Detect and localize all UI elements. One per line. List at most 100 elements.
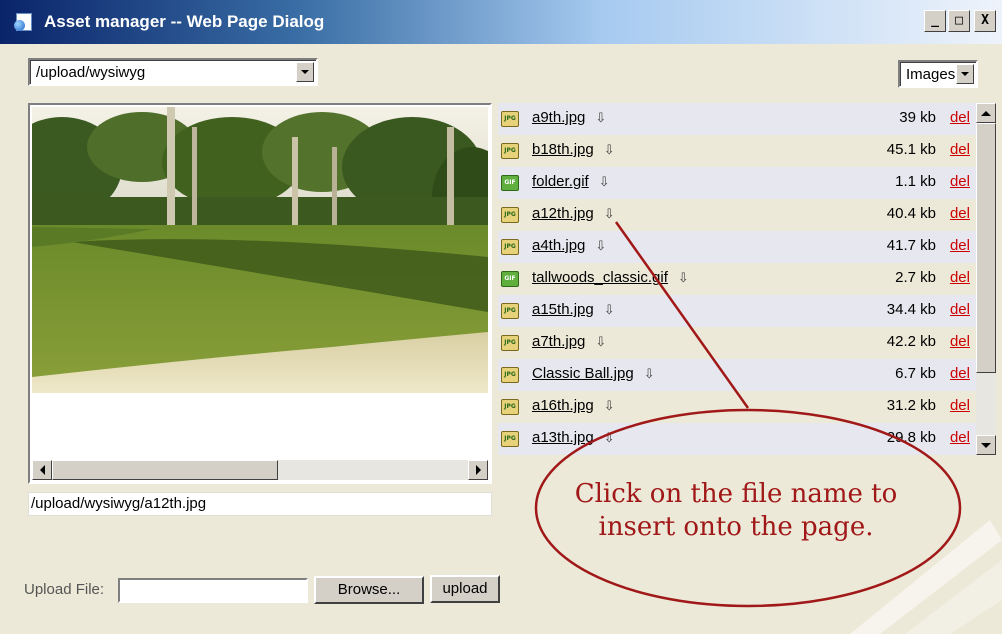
browse-button[interactable]: Browse...	[314, 576, 424, 604]
download-icon[interactable]: ⇩	[595, 110, 606, 126]
delete-link[interactable]: del	[950, 301, 970, 318]
file-name-link[interactable]: a4th.jpg ⇩	[532, 237, 606, 254]
selected-file-path[interactable]: /upload/wysiwyg/a12th.jpg	[28, 492, 492, 516]
file-size: 34.4 kb	[886, 301, 936, 318]
type-select-value: Images	[906, 65, 956, 83]
file-size: 40.4 kb	[886, 205, 936, 222]
delete-link[interactable]: del	[950, 333, 970, 350]
delete-link[interactable]: del	[950, 141, 970, 158]
chevron-down-icon	[961, 72, 969, 76]
scroll-up-button[interactable]	[976, 103, 996, 123]
type-select[interactable]: Images	[898, 60, 978, 88]
file-name-link[interactable]: a7th.jpg ⇩	[532, 333, 606, 350]
delete-link[interactable]: del	[950, 205, 970, 222]
file-name-link[interactable]: a16th.jpg ⇩	[532, 397, 615, 414]
file-row: JPG a9th.jpg ⇩ 39 kb del	[498, 103, 976, 135]
title-bar: Asset manager -- Web Page Dialog _ □ X	[0, 0, 1002, 44]
download-icon[interactable]: ⇩	[604, 430, 615, 446]
delete-link[interactable]: del	[950, 365, 970, 382]
file-name-link[interactable]: Classic Ball.jpg ⇩	[532, 365, 655, 382]
delete-link[interactable]: del	[950, 173, 970, 190]
close-button[interactable]: X	[974, 10, 996, 32]
preview-horizontal-scrollbar[interactable]	[32, 460, 488, 480]
file-name-link[interactable]: b18th.jpg ⇩	[532, 141, 615, 158]
file-name-link[interactable]: tallwoods_classic.gif ⇩	[532, 269, 689, 286]
jpg-file-icon: JPG	[501, 303, 519, 319]
file-size: 2.7 kb	[895, 269, 936, 286]
gif-file-icon: GIF	[501, 175, 519, 191]
download-icon[interactable]: ⇩	[604, 302, 615, 318]
scroll-thumb[interactable]	[976, 123, 996, 373]
file-size: 31.2 kb	[886, 397, 936, 414]
delete-link[interactable]: del	[950, 237, 970, 254]
window-title: Asset manager -- Web Page Dialog	[44, 12, 325, 31]
folder-select-value: /upload/wysiwyg	[36, 63, 146, 81]
jpg-file-icon: JPG	[501, 207, 519, 223]
jpg-file-icon: JPG	[501, 335, 519, 351]
file-row: JPG a7th.jpg ⇩ 42.2 kb del	[498, 327, 976, 359]
arrow-down-icon	[981, 442, 991, 448]
arrow-right-icon	[475, 465, 481, 475]
preview-image	[32, 107, 488, 393]
file-name-link[interactable]: a13th.jpg ⇩	[532, 429, 615, 446]
file-row: GIF tallwoods_classic.gif ⇩ 2.7 kb del	[498, 263, 976, 295]
jpg-file-icon: JPG	[501, 431, 519, 447]
arrow-up-icon	[981, 110, 991, 116]
delete-link[interactable]: del	[950, 429, 970, 446]
gif-file-icon: GIF	[501, 271, 519, 287]
file-row: JPG a15th.jpg ⇩ 34.4 kb del	[498, 295, 976, 327]
type-dropdown-button[interactable]	[956, 64, 974, 84]
file-name-link[interactable]: a9th.jpg ⇩	[532, 109, 606, 126]
jpg-file-icon: JPG	[501, 399, 519, 415]
annotation-callout: Click on the file name to insert onto th…	[556, 478, 916, 544]
file-list: JPG a9th.jpg ⇩ 39 kb del JPG b18th.jpg ⇩ 4…	[498, 103, 976, 455]
upload-file-input[interactable]	[118, 578, 308, 603]
download-icon[interactable]: ⇩	[644, 366, 655, 382]
window-controls: _ □ X	[924, 10, 996, 32]
upload-file-label: Upload File:	[24, 581, 105, 598]
arrow-left-icon	[39, 465, 45, 475]
download-icon[interactable]: ⇩	[604, 398, 615, 414]
download-icon[interactable]: ⇩	[595, 238, 606, 254]
download-icon[interactable]: ⇩	[678, 270, 689, 286]
folder-select[interactable]: /upload/wysiwyg	[28, 58, 318, 86]
jpg-file-icon: JPG	[501, 367, 519, 383]
file-size: 41.7 kb	[886, 237, 936, 254]
folder-dropdown-button[interactable]	[296, 62, 314, 82]
file-size: 42.2 kb	[886, 333, 936, 350]
maximize-button[interactable]: □	[948, 10, 970, 32]
file-size: 1.1 kb	[895, 173, 936, 190]
download-icon[interactable]: ⇩	[595, 334, 606, 350]
jpg-file-icon: JPG	[501, 143, 519, 159]
file-list-vertical-scrollbar[interactable]	[976, 103, 996, 455]
annotation-line-1: Click on the file name to	[574, 479, 898, 509]
delete-link[interactable]: del	[950, 269, 970, 286]
file-name-link[interactable]: a15th.jpg ⇩	[532, 301, 615, 318]
file-row: GIF folder.gif ⇩ 1.1 kb del	[498, 167, 976, 199]
delete-link[interactable]: del	[950, 109, 970, 126]
delete-link[interactable]: del	[950, 397, 970, 414]
ie-page-icon	[14, 13, 36, 31]
scroll-left-button[interactable]	[32, 460, 52, 480]
jpg-file-icon: JPG	[501, 239, 519, 255]
scroll-right-button[interactable]	[468, 460, 488, 480]
annotation-line-2: insert onto the page.	[598, 512, 874, 542]
file-row: JPG Classic Ball.jpg ⇩ 6.7 kb del	[498, 359, 976, 391]
upload-button[interactable]: upload	[430, 575, 500, 603]
file-name-link[interactable]: folder.gif ⇩	[532, 173, 610, 190]
minimize-button[interactable]: _	[924, 10, 946, 32]
scroll-thumb[interactable]	[52, 460, 278, 480]
download-icon[interactable]: ⇩	[599, 174, 610, 190]
file-size: 29.8 kb	[886, 429, 936, 446]
jpg-file-icon: JPG	[501, 111, 519, 127]
file-name-link[interactable]: a12th.jpg ⇩	[532, 205, 615, 222]
file-row: JPG a16th.jpg ⇩ 31.2 kb del	[498, 391, 976, 423]
file-size: 39 kb	[899, 109, 936, 126]
download-icon[interactable]: ⇩	[604, 206, 615, 222]
download-icon[interactable]: ⇩	[604, 142, 615, 158]
file-row: JPG a4th.jpg ⇩ 41.7 kb del	[498, 231, 976, 263]
file-row: JPG b18th.jpg ⇩ 45.1 kb del	[498, 135, 976, 167]
scroll-down-button[interactable]	[976, 435, 996, 455]
image-preview-pane	[28, 103, 492, 484]
file-size: 45.1 kb	[886, 141, 936, 158]
